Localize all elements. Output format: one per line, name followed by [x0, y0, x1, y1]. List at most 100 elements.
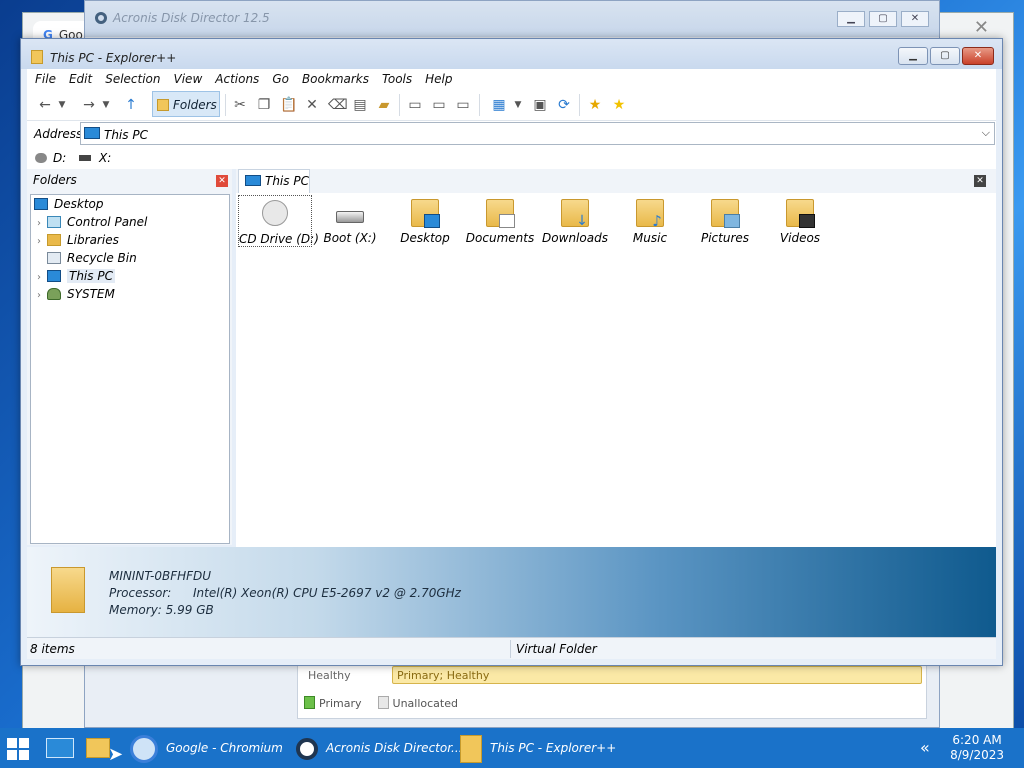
close-tab-icon[interactable]: ✕	[974, 175, 986, 187]
status-folder-type: Virtual Folder	[516, 642, 597, 656]
file-list[interactable]: CD Drive (D:) Boot (X:) Desktop Document…	[236, 193, 996, 547]
address-input[interactable]: This PC ⌵	[80, 122, 995, 145]
command-prompt-icon[interactable]: ▣	[532, 96, 548, 114]
clock[interactable]: 6:20 AM 8/9/2023	[950, 733, 1004, 763]
taskbar: ➤ Google - Chromium Acronis Disk Directo…	[0, 728, 1024, 768]
downloads-folder-icon: ↓	[561, 199, 589, 228]
file-explorer-icon[interactable]	[86, 738, 110, 758]
health-label: Healthy	[308, 669, 351, 682]
menu-view[interactable]: View	[174, 72, 203, 89]
acronis-titlebar[interactable]: Acronis Disk Director 12.5 ▁ ▢ ✕	[85, 1, 939, 37]
tree-item-this-pc[interactable]: › This PC	[37, 267, 115, 285]
tree-item-libraries[interactable]: › Libraries	[37, 231, 119, 249]
close-icon[interactable]: ✕	[974, 17, 989, 38]
menu-actions[interactable]: Actions	[215, 72, 259, 89]
maximize-button[interactable]: ▢	[869, 11, 897, 27]
chevron-right-icon[interactable]: ›	[37, 287, 47, 305]
chevron-down-icon[interactable]: ⌵	[982, 126, 990, 140]
item-music[interactable]: ♪ Music	[613, 195, 687, 247]
pc-icon	[47, 270, 61, 282]
explorer-body: Folders ✕ Desktop › Control Panel › Librar…	[27, 169, 996, 547]
tab-this-pc[interactable]: This PC	[238, 169, 310, 193]
taskbar-explorer[interactable]: This PC - Explorer++	[460, 728, 616, 768]
explorer-titlebar[interactable]: This PC - Explorer++ ▁ ▢ ✕	[21, 39, 1002, 69]
tree-item-system[interactable]: › SYSTEM	[37, 285, 115, 303]
close-button[interactable]: ✕	[901, 11, 929, 27]
item-label: Desktop	[400, 231, 450, 245]
folders-button[interactable]: Folders	[152, 91, 220, 117]
new-folder-icon[interactable]: ▰	[376, 96, 392, 114]
item-boot-drive[interactable]: Boot (X:)	[313, 195, 387, 247]
properties-icon[interactable]: ▤	[352, 96, 368, 114]
open-in-folder-icon[interactable]: ▭	[455, 96, 471, 114]
tree-item-control-panel[interactable]: › Control Panel	[37, 213, 147, 231]
desktop-icon[interactable]	[46, 738, 74, 758]
menu-tools[interactable]: Tools	[382, 72, 412, 89]
item-cd-drive[interactable]: CD Drive (D:)	[238, 195, 319, 247]
drive-x-button[interactable]: X:	[79, 151, 111, 165]
menu-go[interactable]: Go	[272, 72, 289, 89]
toolbar-separator	[225, 94, 226, 116]
legend-primary: Primary	[304, 696, 362, 710]
toolbar: ← ▼ → ▼ ↑ Folders ✂ ❐ 📋 ✕ ⌫ ▤ ▰ ▭ ▭ ▭ ▦ …	[27, 89, 996, 121]
item-downloads[interactable]: ↓ Downloads	[538, 195, 612, 247]
explorer-window[interactable]: This PC - Explorer++ ▁ ▢ ✕ File Edit Sel…	[20, 38, 1003, 666]
taskbar-label: Acronis Disk Director...	[326, 741, 463, 755]
copy-to-folder-icon[interactable]: ▭	[407, 96, 423, 114]
bookmarks-icon[interactable]: ★	[611, 96, 627, 114]
status-item-count: 8 items	[30, 642, 75, 656]
item-pictures[interactable]: Pictures	[688, 195, 762, 247]
volume-bar[interactable]: Primary; Healthy	[392, 666, 922, 684]
toolbar-separator	[399, 94, 400, 116]
show-hidden-icons-icon[interactable]: «	[920, 738, 930, 757]
back-arrow-icon[interactable]: ←	[37, 96, 53, 114]
status-divider	[510, 640, 511, 658]
close-button[interactable]: ✕	[962, 47, 994, 65]
legend: Primary Unallocated	[304, 696, 458, 710]
refresh-icon[interactable]: ⟳	[556, 96, 572, 114]
item-desktop[interactable]: Desktop	[388, 195, 462, 247]
item-documents[interactable]: Documents	[463, 195, 537, 247]
menu-edit[interactable]: Edit	[69, 72, 92, 89]
tab-label: This PC	[265, 174, 309, 188]
move-to-folder-icon[interactable]: ▭	[431, 96, 447, 114]
copy-icon[interactable]: ❐	[256, 96, 272, 114]
cut-icon[interactable]: ✂	[232, 96, 248, 114]
views-grid-icon[interactable]: ▦	[491, 96, 507, 114]
folder-icon	[157, 99, 169, 111]
windows-logo-icon	[7, 738, 17, 748]
acronis-volume-panel: Healthy Primary; Healthy Primary Unalloc…	[297, 661, 927, 719]
item-label: Boot (X:)	[323, 231, 377, 245]
minimize-button[interactable]: ▁	[898, 47, 928, 65]
menu-file[interactable]: File	[35, 72, 56, 89]
tree-item-recycle-bin[interactable]: Recycle Bin	[47, 249, 137, 267]
folder-tree[interactable]: Desktop › Control Panel › Libraries Recycl…	[30, 194, 230, 544]
primary-swatch-icon	[304, 696, 315, 709]
tree-item-desktop[interactable]: Desktop	[34, 195, 104, 213]
up-arrow-icon[interactable]: ↑	[123, 96, 139, 114]
paste-icon[interactable]: 📋	[280, 96, 297, 114]
delete-permanently-icon[interactable]: ⌫	[328, 96, 348, 114]
add-bookmark-icon[interactable]: ★	[587, 96, 603, 114]
delete-icon[interactable]: ✕	[304, 96, 320, 114]
start-button[interactable]	[7, 738, 29, 760]
views-dropdown-icon[interactable]: ▼	[513, 96, 523, 114]
control-panel-icon	[47, 216, 61, 228]
libraries-icon	[47, 234, 61, 246]
desktop-icon	[34, 198, 48, 210]
close-icon[interactable]: ✕	[216, 175, 228, 187]
forward-arrow-icon[interactable]: →	[81, 96, 97, 114]
maximize-button[interactable]: ▢	[930, 47, 960, 65]
minimize-button[interactable]: ▁	[837, 11, 865, 27]
taskbar-acronis[interactable]: Acronis Disk Director...	[296, 728, 463, 768]
menu-help[interactable]: Help	[425, 72, 452, 89]
menu-selection[interactable]: Selection	[105, 72, 160, 89]
drive-d-button[interactable]: D:	[35, 151, 66, 165]
item-videos[interactable]: Videos	[763, 195, 837, 247]
acronis-title-text: Acronis Disk Director 12.5	[113, 11, 270, 25]
chevron-right-icon[interactable]: ›	[37, 233, 47, 251]
back-dropdown-icon[interactable]: ▼	[57, 96, 67, 114]
taskbar-chromium[interactable]: Google - Chromium	[130, 728, 283, 768]
menu-bookmarks[interactable]: Bookmarks	[302, 72, 369, 89]
forward-dropdown-icon[interactable]: ▼	[101, 96, 111, 114]
